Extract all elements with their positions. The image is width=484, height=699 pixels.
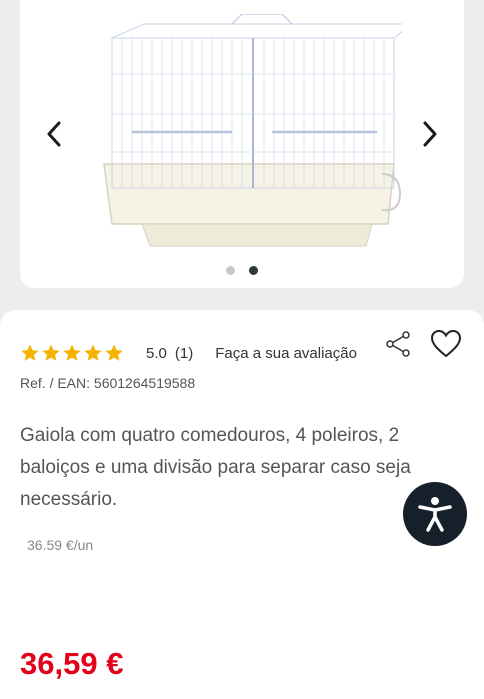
rating-value: 5.0 (146, 344, 167, 362)
product-gallery (20, 0, 464, 288)
rating-stars (20, 343, 124, 363)
gallery-dot[interactable] (226, 266, 235, 275)
gallery-next-button[interactable] (410, 112, 450, 156)
chevron-right-icon (423, 121, 437, 147)
star-icon (42, 344, 60, 361)
product-description: Gaiola com quatro comedouros, 4 poleiros… (20, 425, 411, 510)
product-image (103, 14, 402, 247)
star-icon (84, 344, 102, 361)
star-icon (63, 344, 81, 361)
product-price: 36,59 € (20, 646, 124, 681)
accessibility-button[interactable] (403, 482, 467, 546)
share-icon[interactable] (384, 330, 412, 358)
rating-count[interactable]: (1) (175, 345, 193, 362)
product-info-card: 5.0 (1) Faça a sua avaliação Ref. / EAN:… (0, 310, 484, 699)
chevron-left-icon (47, 121, 61, 147)
star-icon (21, 344, 39, 361)
gallery-pagination (20, 266, 464, 275)
write-review-link[interactable]: Faça a sua avaliação (215, 345, 357, 362)
accessibility-icon (418, 497, 452, 532)
unit-price: 36.59 €/un (27, 537, 94, 553)
star-icon (105, 344, 123, 361)
rating-row: 5.0 (1) Faça a sua avaliação (20, 343, 357, 363)
heart-icon[interactable] (430, 329, 462, 359)
product-ref: Ref. / EAN: 5601264519588 (20, 375, 196, 391)
gallery-dot-active[interactable] (249, 266, 258, 275)
gallery-prev-button[interactable] (34, 112, 74, 156)
